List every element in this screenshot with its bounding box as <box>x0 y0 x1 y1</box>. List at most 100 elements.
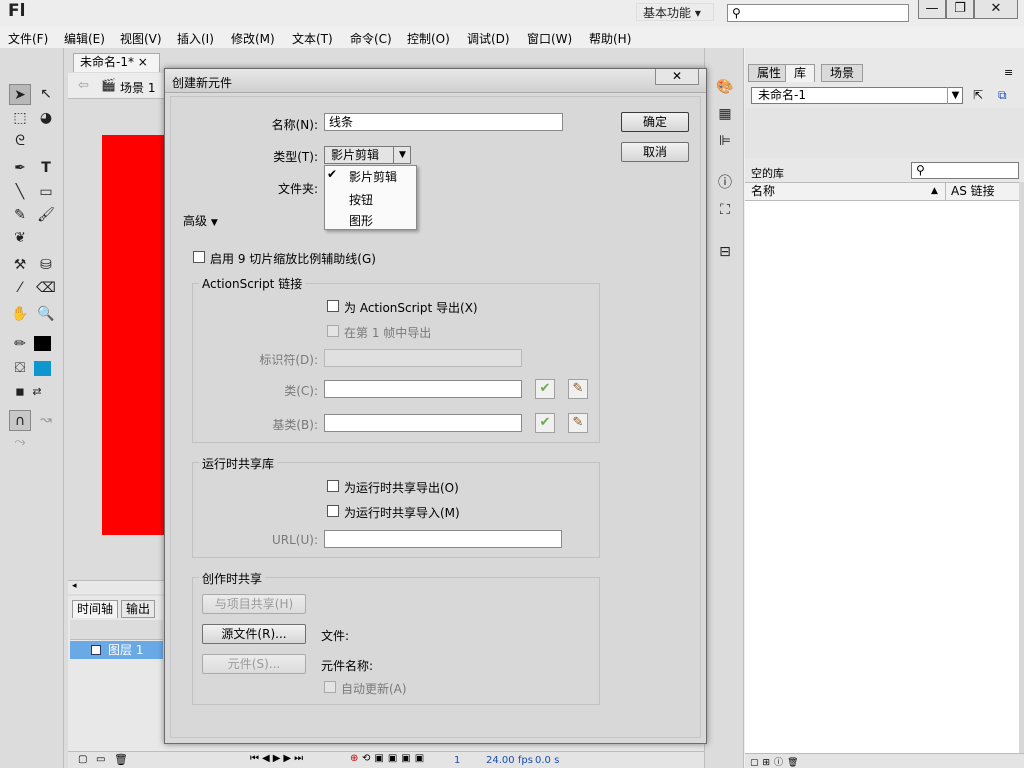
menu-edit[interactable]: 编辑(E) <box>64 30 105 47</box>
panel-menu-icon[interactable]: ≡ <box>1004 66 1013 79</box>
chevron-down-icon[interactable]: ▼ <box>393 146 411 164</box>
close-tab-icon[interactable]: × <box>138 55 148 69</box>
pin-library-icon[interactable]: ⇱ <box>973 88 983 102</box>
frame-rate[interactable]: 24.00 fps <box>486 755 533 766</box>
base-class-input[interactable] <box>324 414 522 432</box>
export-actionscript-checkbox[interactable] <box>327 300 339 312</box>
stroke-color-swatch[interactable] <box>34 336 51 351</box>
document-tab[interactable]: 未命名-1* × <box>73 53 160 72</box>
menu-commands[interactable]: 命令(C) <box>350 30 392 47</box>
zoom-tool-icon[interactable]: 🔍 <box>35 304 57 325</box>
workspace-switcher[interactable]: 基本功能 ▾ <box>636 3 714 21</box>
minimize-button[interactable]: — <box>918 0 946 19</box>
paint-bucket-icon[interactable]: ⛁ <box>35 255 57 276</box>
components-icon[interactable]: ⊟ <box>714 242 736 262</box>
tab-scene[interactable]: 场景 <box>821 64 864 82</box>
line-tool-icon[interactable]: ╲ <box>9 182 31 203</box>
lasso-tool-icon[interactable]: ᘓ <box>9 131 31 152</box>
sort-ascending-icon[interactable]: ▲ <box>931 183 938 200</box>
tab-library[interactable]: 库 <box>785 64 816 82</box>
color-palette-icon[interactable]: 🎨 <box>714 77 736 97</box>
align-icon[interactable]: ⊫ <box>714 131 736 151</box>
free-transform-tool-icon[interactable]: ⬚ <box>9 108 31 129</box>
smooth-icon[interactable]: ↝ <box>35 410 57 431</box>
runtime-import-checkbox[interactable] <box>327 505 339 517</box>
tab-properties[interactable]: 属性 <box>748 64 791 82</box>
help-search-input[interactable]: ⚲ <box>727 4 909 22</box>
playback-controls-icon[interactable]: ⏮◀▶▶⏭ <box>250 753 306 764</box>
scene-label[interactable]: 场景 1 <box>120 79 155 96</box>
menu-view[interactable]: 视图(V) <box>120 30 162 47</box>
stroke-color-icon[interactable]: ✏ <box>9 334 31 355</box>
chevron-down-icon[interactable]: ▼ <box>947 87 963 104</box>
advanced-toggle[interactable]: 高级 ▼ <box>183 212 218 229</box>
restore-button[interactable]: ❐ <box>946 0 974 19</box>
symbol-name-input[interactable]: 线条 <box>324 113 563 131</box>
library-document-select[interactable]: 未命名-1 <box>751 87 963 104</box>
delete-layer-icon[interactable]: 🗑 <box>114 753 128 766</box>
fill-color-icon[interactable]: ⛋ <box>9 358 31 379</box>
stage-scrollbar[interactable]: ◂ <box>68 580 168 594</box>
subselection-tool-icon[interactable]: ↖ <box>35 84 57 105</box>
symbol-button[interactable]: 元件(S)... <box>202 654 306 674</box>
dropdown-option-movieclip[interactable]: 影片剪辑 <box>349 168 397 185</box>
swatches-grid-icon[interactable]: ▦ <box>714 104 736 124</box>
column-name[interactable]: 名称 <box>751 183 775 200</box>
menu-help[interactable]: 帮助(H) <box>589 30 631 47</box>
layer-row[interactable]: 图层 1 <box>70 641 163 659</box>
deco-tool-icon[interactable]: ❦ <box>9 228 31 249</box>
menu-text[interactable]: 文本(T) <box>292 30 333 47</box>
runtime-export-checkbox[interactable] <box>327 480 339 492</box>
eyedropper-icon[interactable]: ⁄ <box>9 278 31 299</box>
menu-modify[interactable]: 修改(M) <box>231 30 275 47</box>
validate-class-icon[interactable]: ✔ <box>535 379 555 399</box>
dropdown-option-graphic[interactable]: 图形 <box>349 212 373 229</box>
3d-rotation-tool-icon[interactable]: ◕ <box>35 108 57 129</box>
auto-update-checkbox[interactable] <box>324 681 336 693</box>
new-folder-icon[interactable]: ▭ <box>96 754 105 765</box>
transform-icon[interactable]: ⛶ <box>714 200 736 220</box>
scroll-left-icon[interactable]: ◂ <box>72 581 77 591</box>
edit-base-class-icon[interactable]: ✎ <box>568 413 588 433</box>
cancel-button[interactable]: 取消 <box>621 142 689 162</box>
ok-button[interactable]: 确定 <box>621 112 689 132</box>
library-search-input[interactable]: ⚲ <box>911 162 1019 179</box>
swap-colors-icon[interactable]: ⇄ <box>26 381 48 402</box>
nine-slice-checkbox[interactable] <box>193 251 205 263</box>
fill-color-swatch[interactable] <box>34 361 51 376</box>
export-frame1-checkbox[interactable] <box>327 325 339 337</box>
source-file-button[interactable]: 源文件(R)... <box>202 624 306 644</box>
selection-tool-icon[interactable]: ➤ <box>9 84 31 105</box>
close-window-button[interactable]: ✕ <box>974 0 1018 19</box>
identifier-input[interactable] <box>324 349 522 367</box>
share-with-project-button[interactable]: 与项目共享(H) <box>202 594 306 614</box>
onion-skin-icons[interactable]: ⟲▣▣▣▣ <box>362 753 428 764</box>
new-layer-icon[interactable]: ▢ <box>78 754 87 765</box>
eraser-icon[interactable]: ⌫ <box>35 278 57 299</box>
validate-base-class-icon[interactable]: ✔ <box>535 413 555 433</box>
column-linkage[interactable]: AS 链接 <box>945 183 995 200</box>
menu-file[interactable]: 文件(F) <box>8 30 48 47</box>
url-input[interactable] <box>324 530 562 548</box>
tab-output[interactable]: 输出 <box>121 600 156 618</box>
text-tool-icon[interactable]: T <box>35 158 57 179</box>
brush-tool-icon[interactable]: 🖌 <box>35 205 57 226</box>
menu-window[interactable]: 窗口(W) <box>527 30 572 47</box>
dialog-titlebar[interactable] <box>165 69 706 93</box>
snap-magnet-icon[interactable]: ∩ <box>9 410 31 431</box>
library-actions-icons[interactable]: ▢⊞ⓘ🗑 <box>750 755 802 768</box>
tab-timeline[interactable]: 时间轴 <box>72 600 119 618</box>
info-icon[interactable]: ⓘ <box>714 173 736 193</box>
menu-insert[interactable]: 插入(I) <box>177 30 214 47</box>
dropdown-option-button[interactable]: 按钮 <box>349 191 373 208</box>
back-arrow-icon[interactable]: ⇦ <box>78 78 89 93</box>
new-library-panel-icon[interactable]: ⧉ <box>998 88 1007 103</box>
dialog-close-button[interactable]: ✕ <box>655 69 699 85</box>
bone-tool-icon[interactable]: ⚒ <box>9 255 31 276</box>
menu-control[interactable]: 控制(O) <box>407 30 450 47</box>
menu-debug[interactable]: 调试(D) <box>467 30 510 47</box>
library-list[interactable] <box>745 201 1020 753</box>
edit-class-icon[interactable]: ✎ <box>568 379 588 399</box>
center-frame-icon[interactable]: ⊕ <box>350 753 358 764</box>
pencil-tool-icon[interactable]: ✎ <box>9 205 31 226</box>
